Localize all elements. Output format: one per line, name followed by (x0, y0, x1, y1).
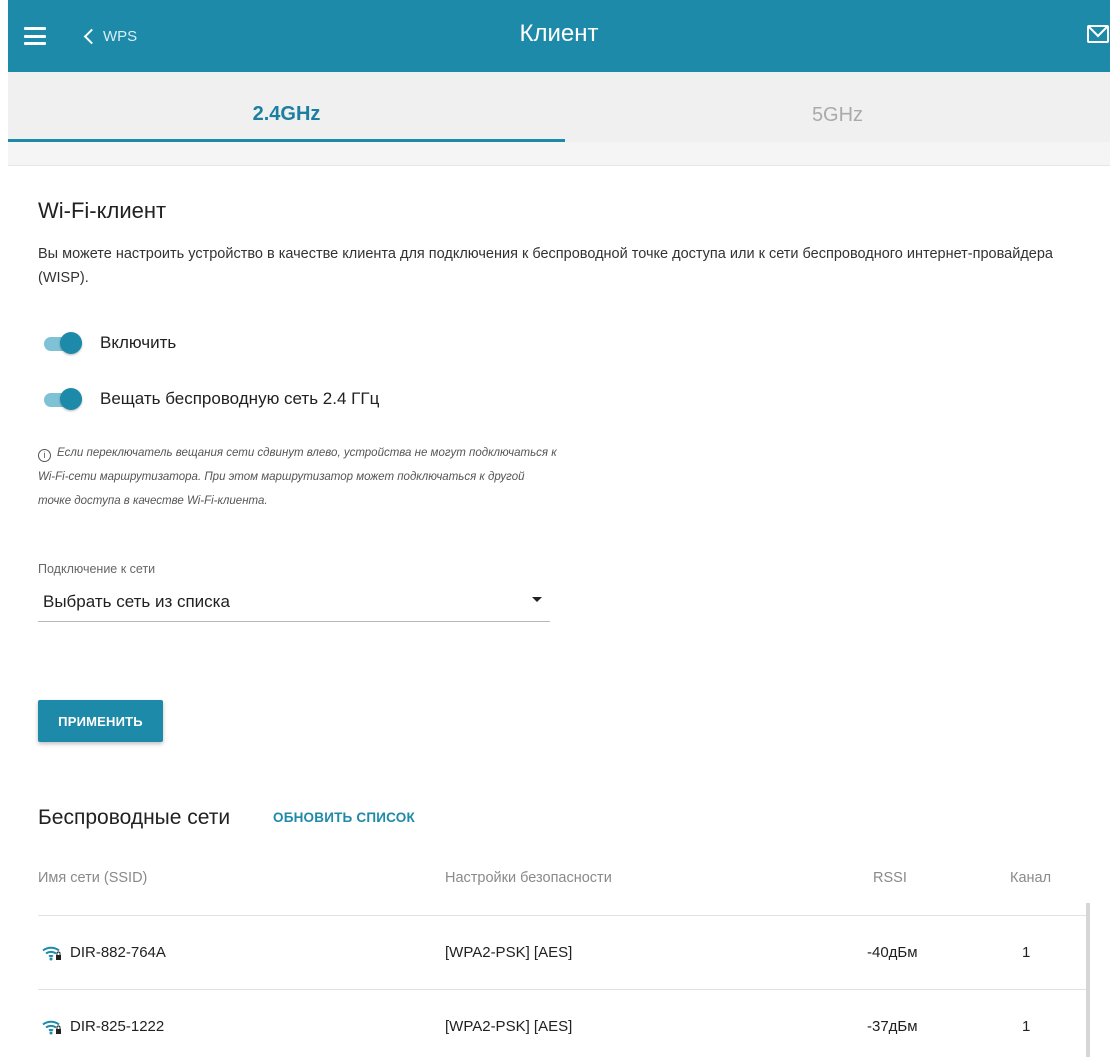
broadcast-toggle[interactable] (42, 388, 84, 410)
channel-value: 1 (1022, 1018, 1031, 1035)
band-tabs: 2.4GHz 5GHz (8, 72, 1110, 142)
mail-icon[interactable] (1087, 25, 1109, 43)
page-title: Клиент (519, 20, 599, 47)
channel-value: 1 (1022, 944, 1031, 961)
column-header-rssi[interactable]: RSSI (873, 870, 907, 886)
rssi-value: -40дБм (867, 944, 918, 961)
enable-row: Включить (42, 331, 176, 355)
column-header-ssid[interactable]: Имя сети (SSID) (38, 870, 147, 886)
security-value: [WPA2-PSK] [AES] (445, 944, 573, 961)
dropdown-caret-icon (532, 597, 542, 602)
tab-2-4ghz[interactable]: 2.4GHz (8, 72, 565, 142)
apply-button[interactable]: ПРИМЕНИТЬ (38, 700, 163, 742)
ssid-value: DIR-825-1222 (70, 1018, 165, 1035)
broadcast-label: Вещать беспроводную сеть 2.4 ГГц (100, 389, 380, 408)
connection-select[interactable]: Выбрать сеть из списка (38, 585, 550, 622)
info-icon: i (38, 449, 51, 462)
wifi-locked-icon (42, 1020, 61, 1035)
broadcast-row: Вещать беспроводную сеть 2.4 ГГц (42, 387, 379, 411)
enable-label: Включить (100, 333, 177, 352)
table-scrollbar[interactable] (1086, 903, 1090, 1057)
connection-label: Подключение к сети (38, 562, 156, 576)
connection-value: Выбрать сеть из списка (43, 592, 230, 611)
top-app-bar: WPS Клиент (8, 0, 1110, 72)
section-title: Wi-Fi-клиент (38, 198, 167, 223)
tabs-divider (8, 142, 1110, 166)
info-note: i Если переключатель вещания сети сдвинут… (38, 441, 558, 513)
networks-title: Беспроводные сети (38, 806, 231, 829)
rssi-value: -37дБм (867, 1018, 918, 1035)
ssid-value: DIR-882-764A (70, 944, 166, 961)
security-value: [WPA2-PSK] [AES] (445, 1018, 573, 1035)
column-header-channel[interactable]: Канал (1010, 870, 1051, 886)
enable-toggle[interactable] (42, 332, 84, 354)
wifi-locked-icon (42, 946, 61, 961)
refresh-list-link[interactable]: ОБНОВИТЬ СПИСОК (273, 810, 415, 825)
info-text: Если переключатель вещания сети сдвинут … (38, 447, 557, 507)
column-header-security[interactable]: Настройки безопасности (445, 870, 612, 886)
tab-5ghz[interactable]: 5GHz (565, 72, 1110, 142)
table-row[interactable]: DIR-882-764A [WPA2-PSK] [AES] -40дБм 1 (38, 916, 1086, 990)
section-description: Вы можете настроить устройство в качеств… (38, 246, 1053, 286)
table-row[interactable]: DIR-825-1222 [WPA2-PSK] [AES] -37дБм 1 (38, 990, 1086, 1057)
